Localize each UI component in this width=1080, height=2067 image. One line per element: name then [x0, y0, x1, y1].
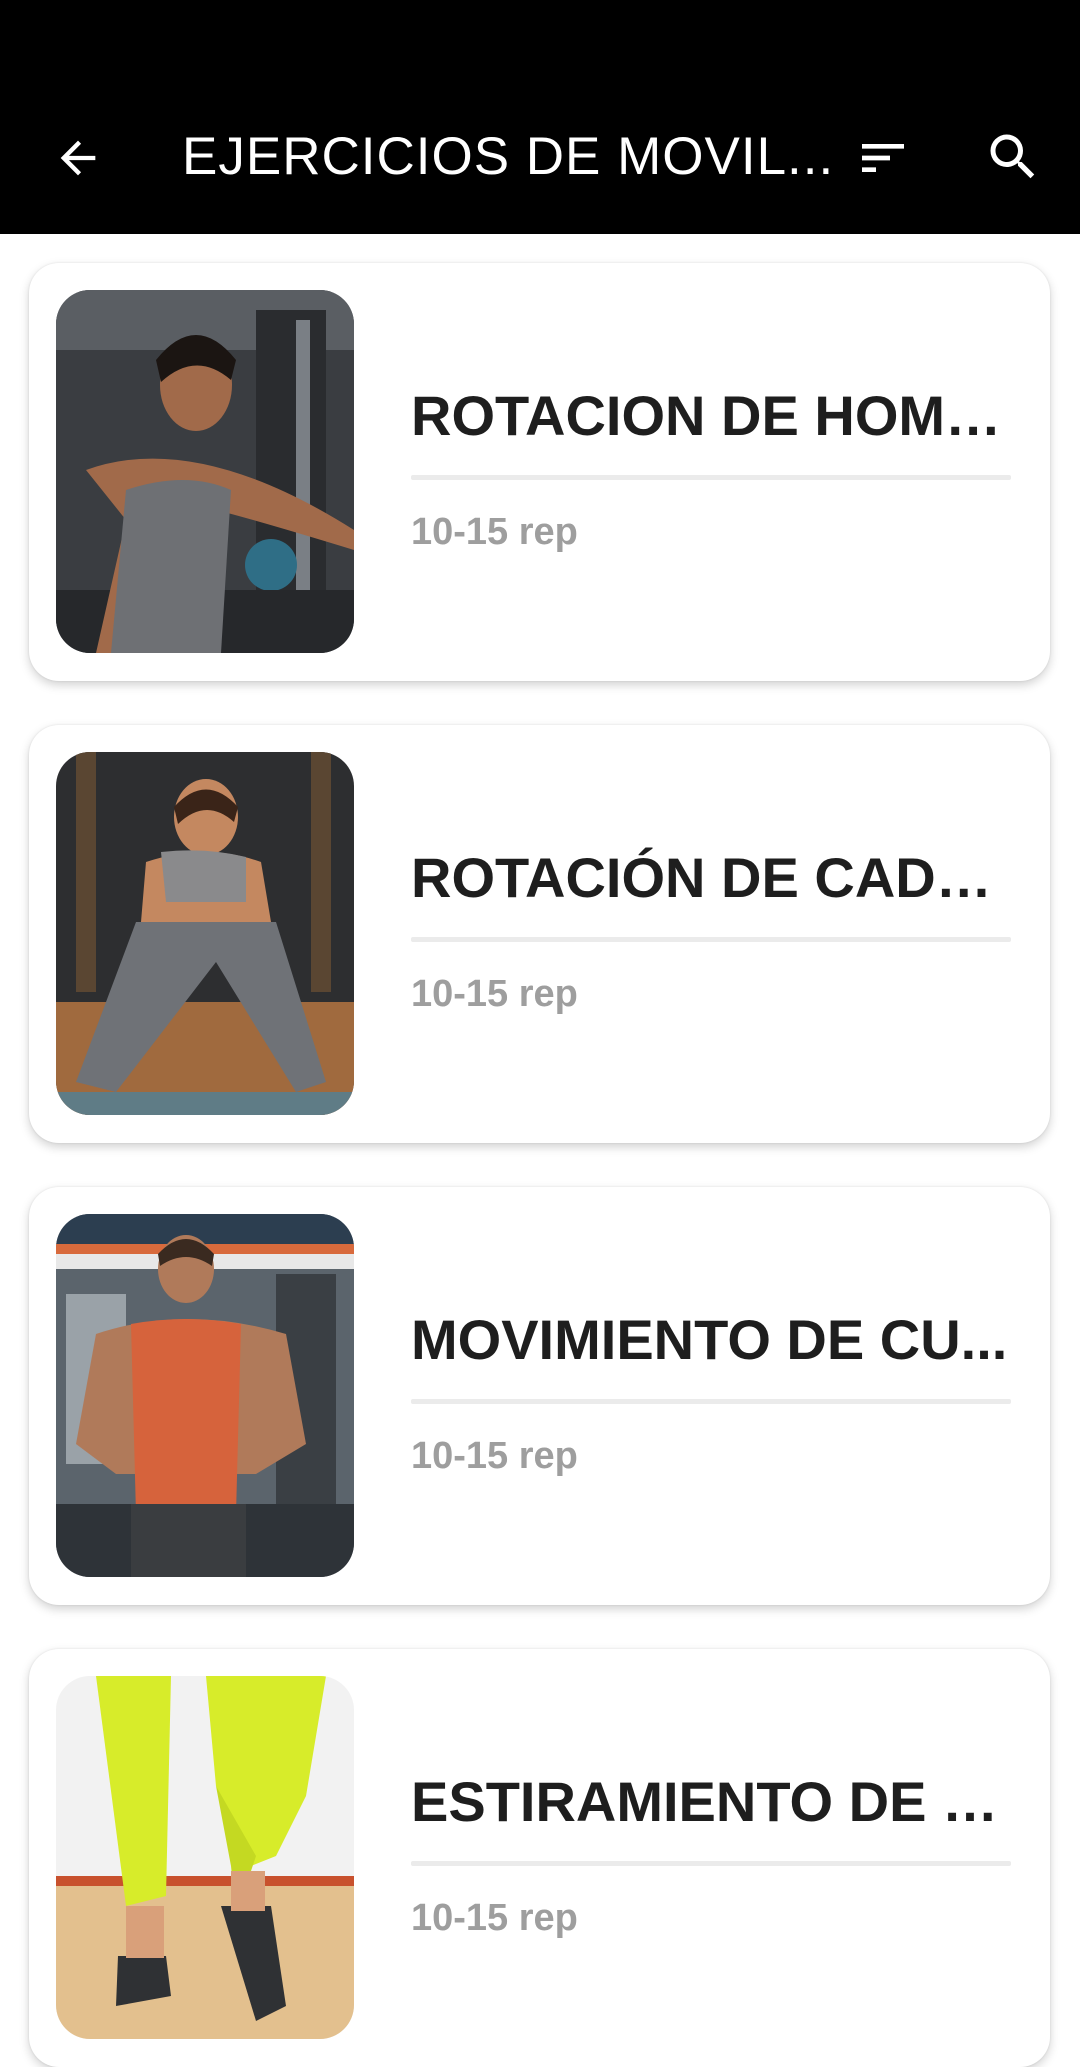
exercise-name: ROTACIÓN DE CADE...: [411, 846, 1011, 909]
exercise-name: ESTIRAMIENTO DE P...: [411, 1770, 1011, 1833]
exercise-reps: 10-15 rep: [411, 1897, 578, 1939]
sort-icon: [862, 144, 904, 172]
exercise-thumbnail: [56, 1676, 354, 2039]
exercise-card[interactable]: ESTIRAMIENTO DE P... 10-15 rep: [29, 1649, 1050, 2067]
arrow-left-icon: [60, 140, 96, 176]
back-button[interactable]: [48, 128, 108, 188]
exercise-reps: 10-15 rep: [411, 1435, 578, 1477]
app-bar: EJERCICIOS DE MOVIL...: [0, 0, 1080, 234]
divider: [411, 475, 1011, 480]
search-icon: [990, 134, 1035, 179]
exercise-name: ROTACION DE HOMB...: [411, 384, 1011, 447]
search-button[interactable]: [980, 124, 1046, 190]
exercise-reps: 10-15 rep: [411, 511, 578, 553]
exercise-name: MOVIMIENTO DE CU...: [411, 1308, 1008, 1371]
exercise-card[interactable]: ROTACION DE HOMB... 10-15 rep: [29, 263, 1050, 681]
exercise-card[interactable]: MOVIMIENTO DE CU... 10-15 rep: [29, 1187, 1050, 1605]
exercise-thumbnail: [56, 290, 354, 653]
page-title: EJERCICIOS DE MOVIL...: [182, 127, 835, 186]
exercise-reps: 10-15 rep: [411, 973, 578, 1015]
divider: [411, 1861, 1011, 1866]
divider: [411, 1399, 1011, 1404]
exercise-card[interactable]: ROTACIÓN DE CADE... 10-15 rep: [29, 725, 1050, 1143]
exercise-thumbnail: [56, 752, 354, 1115]
sort-button[interactable]: [850, 128, 916, 188]
divider: [411, 937, 1011, 942]
exercise-thumbnail: [56, 1214, 354, 1577]
